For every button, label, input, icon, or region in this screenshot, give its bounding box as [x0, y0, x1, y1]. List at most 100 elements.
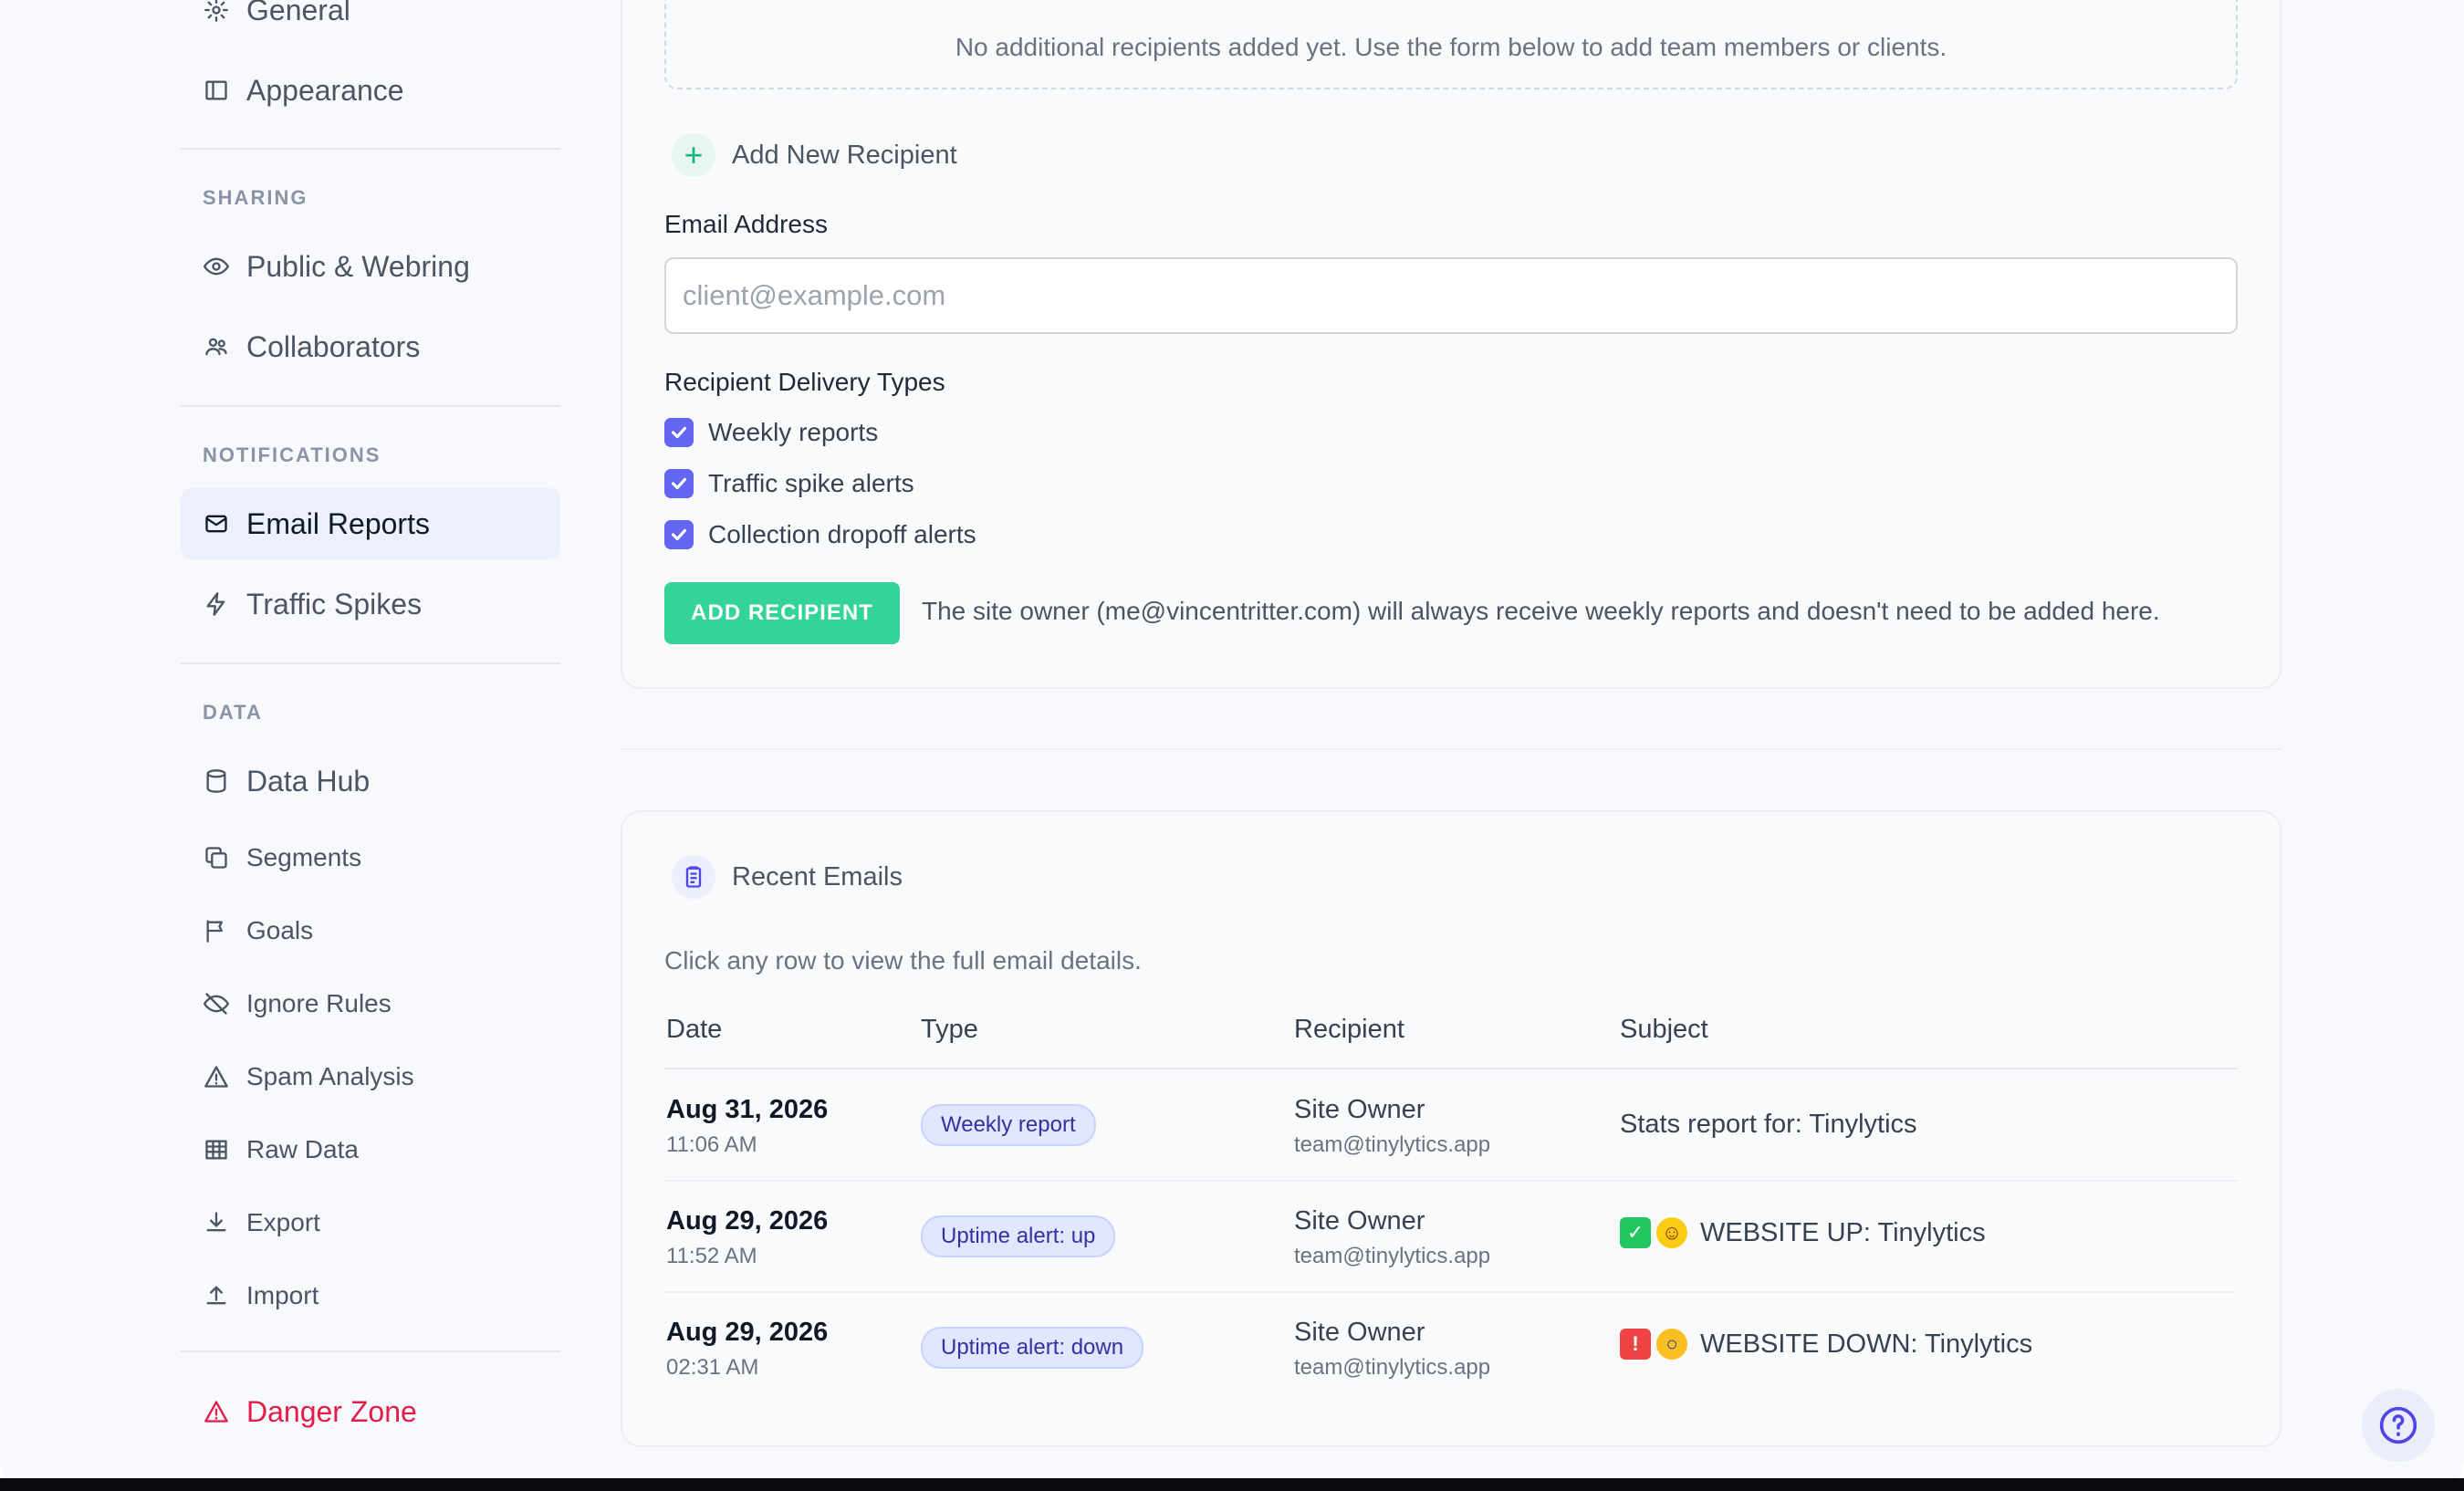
bolt-icon	[203, 590, 230, 618]
type-badge: Weekly report	[921, 1104, 1096, 1146]
empty-recipients-text: No additional recipients added yet. Use …	[955, 33, 1947, 61]
eye-icon	[203, 253, 230, 280]
row-time: 11:52 AM	[666, 1244, 757, 1268]
sidebar-item-label: Raw Data	[246, 1135, 359, 1163]
sidebar-item-label: Public & Webring	[246, 249, 470, 283]
sidebar-item-label: Goals	[246, 916, 314, 944]
gear-icon	[203, 0, 230, 24]
scream-emoji: ○	[1656, 1329, 1687, 1360]
sidebar-item-label: Segments	[246, 843, 362, 871]
type-cell: Uptime alert: down	[921, 1327, 1144, 1369]
sidebar-item-goals[interactable]: Goals	[181, 899, 560, 963]
row-subject: WEBSITE UP: Tinylytics	[1700, 1217, 1986, 1247]
help-button[interactable]	[2362, 1389, 2435, 1462]
sidebar-item-general[interactable]: General	[181, 0, 560, 46]
sidebar-item-appearance[interactable]: Appearance	[181, 55, 560, 126]
delivery-types-label: Recipient Delivery Types	[664, 368, 945, 396]
upload-icon	[203, 1282, 230, 1309]
section-label-notifications: NOTIFICATIONS	[203, 443, 381, 466]
column-header-recipient: Recipient	[1294, 1015, 1404, 1044]
subject-cell: ! ○ WEBSITE DOWN: Tinylytics	[1620, 1329, 2032, 1360]
grid-icon	[203, 1136, 230, 1163]
sidebar-item-public-webring[interactable]: Public & Webring	[181, 231, 560, 302]
sidebar-item-label: Appearance	[246, 73, 404, 107]
recipient-name: Site Owner	[1294, 1318, 1425, 1347]
checkbox-label: Weekly reports	[708, 418, 879, 446]
warning-icon	[203, 1398, 230, 1425]
smile-emoji: ☺	[1656, 1217, 1687, 1248]
checkbox-row-weekly-reports[interactable]: Weekly reports	[664, 418, 878, 447]
sidebar-item-traffic-spikes[interactable]: Traffic Spikes	[181, 568, 560, 640]
checkbox-row-traffic-spike-alerts[interactable]: Traffic spike alerts	[664, 469, 914, 498]
database-icon	[203, 767, 230, 795]
table-row[interactable]: Aug 29, 2026 02:31 AM Uptime alert: down…	[664, 1292, 2238, 1403]
subject-cell: Stats report for: Tinylytics	[1620, 1110, 1917, 1140]
eye-off-icon	[203, 990, 230, 1017]
site-owner-note: The site owner (me@vincentritter.com) wi…	[922, 597, 2160, 625]
sidebar-item-label: Email Reports	[246, 506, 430, 540]
table-row[interactable]: Aug 29, 2026 11:52 AM Uptime alert: up S…	[664, 1181, 2238, 1292]
add-recipient-button[interactable]: ADD RECIPIENT	[664, 582, 900, 644]
check-icon	[671, 426, 687, 439]
sidebar-item-data-hub[interactable]: Data Hub	[181, 746, 560, 817]
sidebar-item-spam-analysis[interactable]: Spam Analysis	[181, 1045, 560, 1109]
sidebar-item-collaborators[interactable]: Collaborators	[181, 311, 560, 382]
sidebar-item-danger-zone[interactable]: Danger Zone	[181, 1376, 560, 1447]
sidebar-item-label: Danger Zone	[246, 1394, 417, 1428]
recipient-email: team@tinylytics.app	[1294, 1132, 1491, 1157]
copy-icon	[203, 844, 230, 871]
plus-icon: +	[672, 133, 715, 177]
recipient-name: Site Owner	[1294, 1206, 1425, 1236]
column-header-type: Type	[921, 1015, 978, 1044]
weekly-reports-checkbox[interactable]	[664, 418, 694, 447]
sidebar-divider	[181, 1350, 560, 1352]
row-date: Aug 31, 2026	[666, 1095, 829, 1124]
collection-dropoff-alerts-checkbox[interactable]	[664, 520, 694, 549]
add-recipient-title: Add New Recipient	[732, 140, 957, 170]
recipient-email: team@tinylytics.app	[1294, 1244, 1491, 1268]
recipient-name: Site Owner	[1294, 1095, 1425, 1124]
checkbox-label: Traffic spike alerts	[708, 469, 914, 497]
check-mark-emoji: ✓	[1620, 1217, 1651, 1248]
subject-cell: ✓ ☺ WEBSITE UP: Tinylytics	[1620, 1217, 1986, 1248]
date-cell: Aug 31, 2026 11:06 AM	[666, 1095, 828, 1158]
section-label-sharing: SHARING	[203, 186, 308, 209]
sidebar-item-export[interactable]: Export	[181, 1191, 560, 1255]
row-time: 11:06 AM	[666, 1132, 757, 1157]
recipient-cell: Site Owner team@tinylytics.app	[1294, 1318, 1490, 1381]
sidebar-item-segments[interactable]: Segments	[181, 826, 560, 890]
question-mark-icon	[2379, 1406, 2417, 1444]
type-badge: Uptime alert: up	[921, 1215, 1116, 1257]
row-time: 02:31 AM	[666, 1355, 759, 1380]
sidebar-item-email-reports[interactable]: Email Reports	[181, 488, 560, 559]
sidebar-item-label: Export	[246, 1208, 320, 1236]
row-date: Aug 29, 2026	[666, 1206, 829, 1236]
table-row[interactable]: Aug 31, 2026 11:06 AM Weekly report Site…	[664, 1069, 2238, 1181]
date-cell: Aug 29, 2026 02:31 AM	[666, 1318, 828, 1381]
users-icon	[203, 333, 230, 360]
checkbox-row-collection-dropoff-alerts[interactable]: Collection dropoff alerts	[664, 520, 976, 549]
traffic-spike-alerts-checkbox[interactable]	[664, 469, 694, 498]
section-label-data: DATA	[203, 701, 263, 724]
type-badge: Uptime alert: down	[921, 1327, 1144, 1369]
sidebar-item-import[interactable]: Import	[181, 1264, 560, 1328]
sidebar-item-raw-data[interactable]: Raw Data	[181, 1118, 560, 1182]
check-icon	[671, 477, 687, 490]
check-icon	[671, 528, 687, 541]
sidebar-item-label: Traffic Spikes	[246, 587, 423, 620]
date-cell: Aug 29, 2026 11:52 AM	[666, 1206, 828, 1269]
columns-icon	[203, 77, 230, 104]
sidebar-item-label: Data Hub	[246, 764, 371, 798]
column-header-date: Date	[666, 1015, 723, 1044]
app-frame: General Appearance SHARING Public & Webr…	[0, 0, 2464, 1491]
sidebar-item-label: Collaborators	[246, 329, 421, 363]
sidebar-divider	[181, 405, 560, 407]
email-address-input[interactable]	[664, 257, 2238, 334]
siren-emoji: !	[1620, 1329, 1651, 1360]
sidebar-divider	[181, 148, 560, 150]
recent-emails-title: Recent Emails	[732, 861, 903, 891]
warning-icon	[203, 1063, 230, 1090]
recipient-cell: Site Owner team@tinylytics.app	[1294, 1095, 1490, 1158]
empty-recipients-notice: No additional recipients added yet. Use …	[664, 0, 2238, 89]
sidebar-item-ignore-rules[interactable]: Ignore Rules	[181, 972, 560, 1036]
